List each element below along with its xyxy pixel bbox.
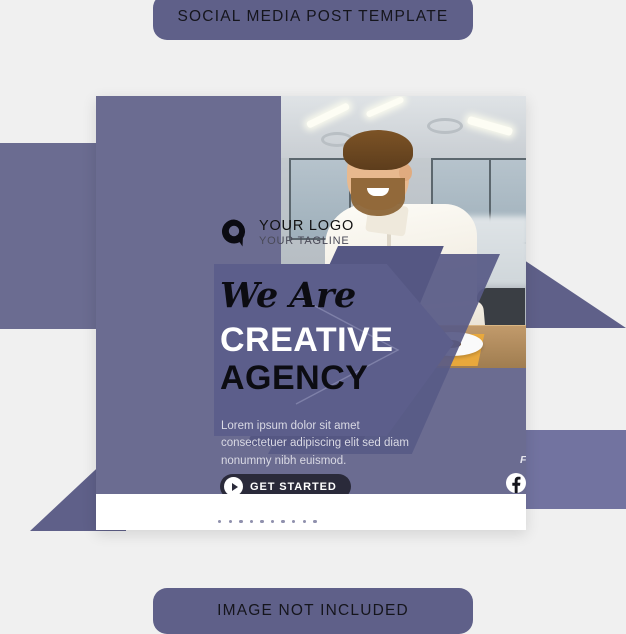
headline-line-1: CREATIVE — [220, 321, 450, 359]
top-banner-text: SOCIAL MEDIA POST TEMPLATE — [178, 8, 449, 26]
brand-logo[interactable]: YOUR LOGO YOUR TAGLINE — [220, 218, 354, 248]
body-copy: Lorem ipsum dolor sit amet consectetuer … — [221, 418, 421, 470]
speech-bubble-logo-icon — [220, 218, 250, 248]
bottom-banner-text: IMAGE NOT INCLUDED — [217, 602, 409, 620]
get-started-label: GET STARTED — [250, 481, 337, 493]
logo-tagline: YOUR TAGLINE — [259, 236, 354, 247]
background-triangle-top-right — [521, 258, 626, 328]
play-icon — [224, 477, 243, 496]
logo-name: YOUR LOGO — [259, 219, 354, 234]
photo-person-beard — [351, 178, 405, 216]
top-banner-label: SOCIAL MEDIA POST TEMPLATE — [153, 0, 473, 40]
facebook-icon[interactable] — [506, 473, 526, 493]
dot-grid-decoration — [218, 520, 347, 530]
headline-script: We Are — [220, 278, 450, 313]
headline-block: We Are CREATIVE AGENCY — [220, 278, 450, 397]
background-band-left — [0, 143, 106, 329]
background-band-right — [521, 430, 626, 509]
dot-row — [218, 520, 347, 523]
social-post-card: YOUR LOGO YOUR TAGLINE We Are CREATIVE A… — [96, 96, 526, 530]
follow-us-title: FOLLOW US — [500, 454, 526, 466]
headline-line-2: AGENCY — [220, 359, 450, 397]
follow-us-block: FOLLOW US — [500, 454, 526, 493]
photo-ceiling-vent — [427, 118, 463, 134]
bottom-banner-label: IMAGE NOT INCLUDED — [153, 588, 473, 634]
photo-person-hair — [343, 130, 413, 170]
social-icon-row — [500, 473, 526, 493]
